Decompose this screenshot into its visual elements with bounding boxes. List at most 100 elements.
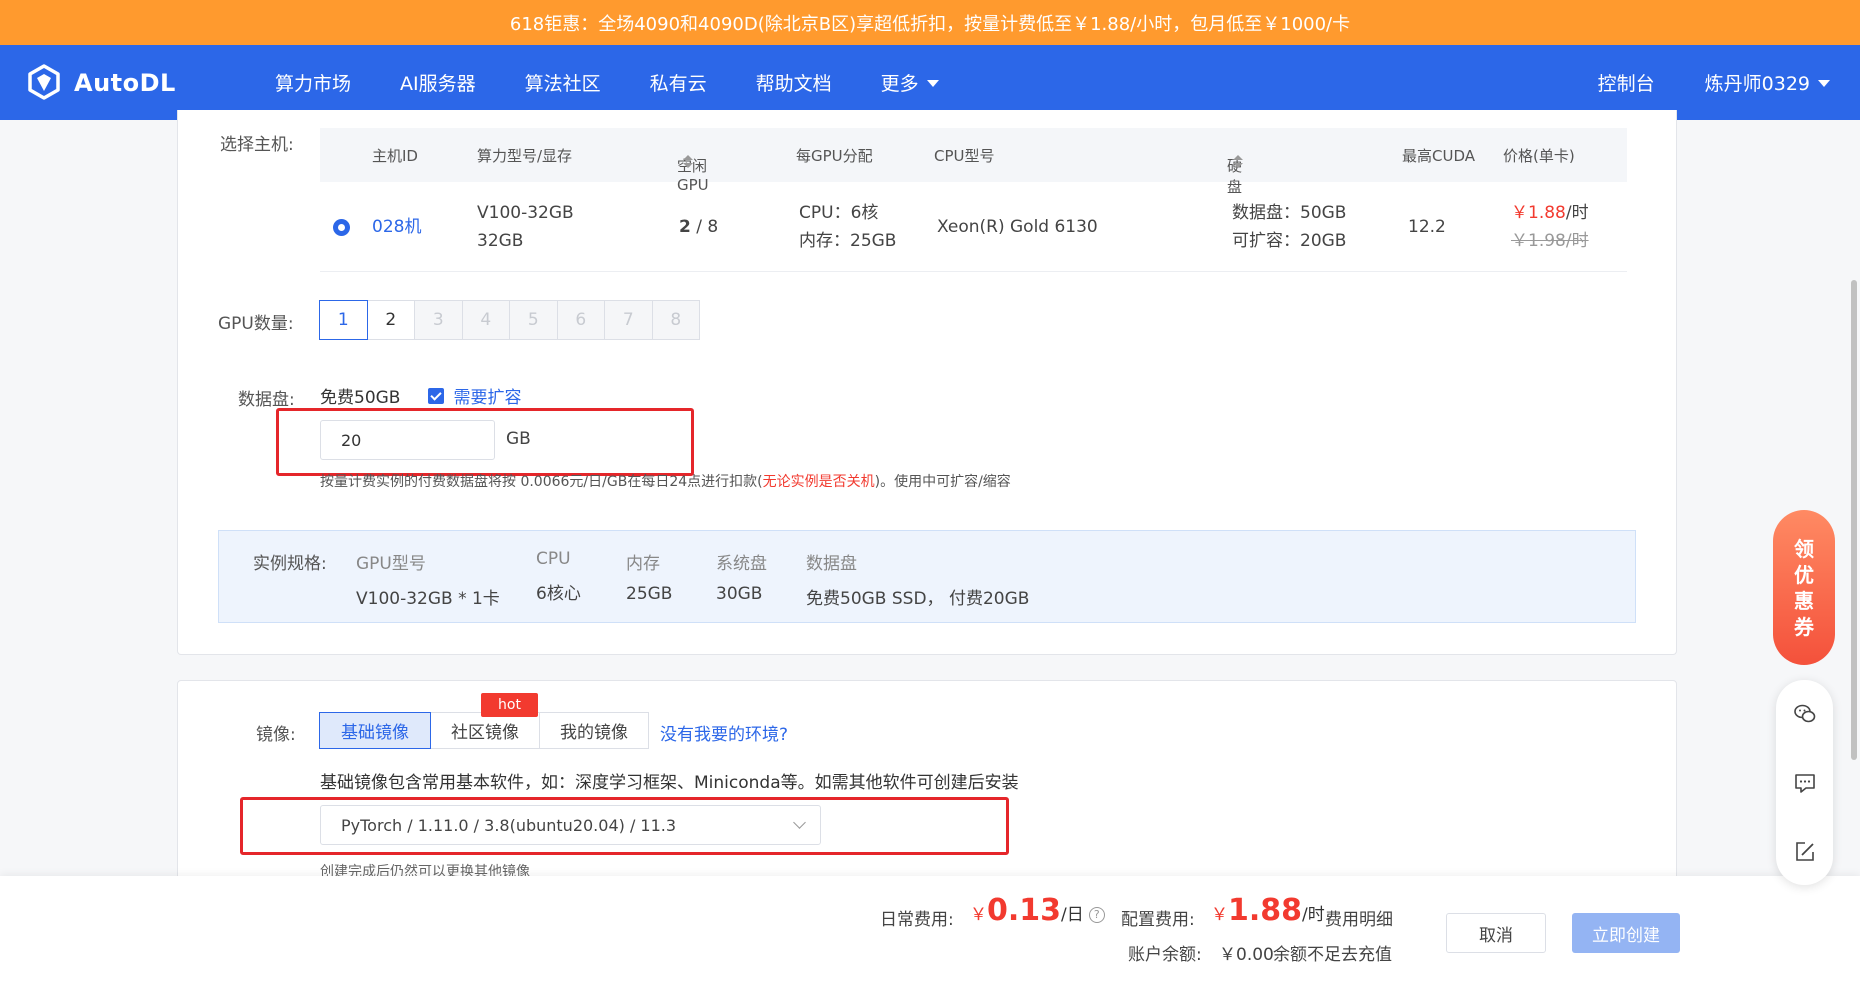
spec-summary: 实例规格: GPU型号 V100-32GB * 1卡 CPU 6核心 内存 25GB … bbox=[218, 530, 1636, 623]
host-table: 主机ID 算力型号/显存 空闲GPU 每GPU分配 CPU型号 硬盘 最高CUD… bbox=[320, 128, 1627, 272]
image-tabs: 基础镜像 社区镜像 我的镜像 bbox=[319, 712, 649, 749]
nav-right: 控制台 炼丹师0329 bbox=[1548, 45, 1830, 120]
daily-cost-value: 0.13 bbox=[987, 893, 1062, 928]
disk-hint-b: )。使用中可扩容/缩容 bbox=[874, 474, 1011, 490]
th-price: 价格(单卡) bbox=[1503, 146, 1575, 165]
nav-console[interactable]: 控制台 bbox=[1598, 69, 1655, 96]
nav-more-label: 更多 bbox=[880, 73, 919, 95]
config-cost: ￥1.88/时 bbox=[1211, 893, 1325, 928]
disk-size-unit: GB bbox=[506, 429, 531, 449]
gpu-count-option[interactable]: 1 bbox=[319, 300, 368, 340]
chat-icon[interactable] bbox=[1793, 771, 1817, 795]
scrollbar[interactable] bbox=[1851, 280, 1857, 760]
spec-sys-disk-h: 系统盘 bbox=[716, 554, 767, 574]
disk-hint-a: 按量计费实例的付费数据盘将按 0.0066元/日/GB在每日24点进行扣款( bbox=[320, 474, 763, 490]
gpu-count-option[interactable]: 2 bbox=[366, 300, 415, 340]
balance-value: ￥0.00 bbox=[1219, 945, 1274, 965]
nav-link-market[interactable]: 算力市场 bbox=[275, 69, 351, 96]
edit-icon[interactable] bbox=[1793, 840, 1817, 864]
caret-down-icon bbox=[1818, 80, 1830, 87]
th-per-gpu: 每GPU分配 bbox=[796, 146, 873, 165]
logo[interactable]: AutoDL bbox=[24, 63, 176, 103]
spec-data-disk-v: 免费50GB SSD， 付费20GB bbox=[806, 589, 1030, 609]
th-cpu-model: CPU型号 bbox=[934, 146, 995, 165]
sort-icon bbox=[683, 155, 693, 169]
image-select[interactable]: PyTorch / 1.11.0 / 3.8(ubuntu20.04) / 11… bbox=[320, 805, 821, 845]
tab-base-image[interactable]: 基础镜像 bbox=[319, 712, 431, 749]
host-price-old: ￥1.98/时 bbox=[1511, 231, 1589, 251]
tab-my-image[interactable]: 我的镜像 bbox=[539, 712, 649, 749]
coupon-char: 惠 bbox=[1794, 588, 1814, 613]
nav-link-more[interactable]: 更多 bbox=[881, 69, 939, 96]
wechat-icon[interactable] bbox=[1793, 702, 1817, 726]
gpu-count-label: GPU数量: bbox=[218, 314, 294, 334]
gpu-count-option: 7 bbox=[604, 300, 653, 340]
config-cost-label: 配置费用: bbox=[1121, 910, 1195, 930]
daily-cost-unit: /日 bbox=[1061, 905, 1084, 925]
cancel-button[interactable]: 取消 bbox=[1446, 913, 1546, 953]
fee-detail-link[interactable]: 费用明细 bbox=[1325, 905, 1393, 930]
config-cost-currency: ￥ bbox=[1211, 905, 1228, 925]
spec-mem-h: 内存 bbox=[626, 554, 660, 574]
gpu-count-option: 8 bbox=[651, 300, 700, 340]
create-button[interactable]: 立即创建 bbox=[1572, 913, 1680, 953]
nav-link-ai-server[interactable]: AI服务器 bbox=[400, 69, 476, 96]
host-row[interactable]: 028机 V100-32GB 32GB 2 / 8 CPU：6核 内存：25GB… bbox=[320, 182, 1627, 272]
promo-banner[interactable]: 618钜惠：全场4090和4090D(除北京B区)享超低折扣，按量计费低至￥1.… bbox=[0, 0, 1860, 45]
spec-gpu: GPU型号 V100-32GB * 1卡 bbox=[356, 549, 500, 609]
expand-label[interactable]: 需要扩容 bbox=[453, 383, 521, 408]
user-name: 炼丹师0329 bbox=[1704, 73, 1810, 95]
disk-size-input[interactable] bbox=[320, 420, 495, 460]
image-label: 镜像: bbox=[256, 725, 296, 745]
spec-mem: 内存 25GB bbox=[626, 549, 672, 604]
host-cpu-alloc: CPU：6核 bbox=[799, 203, 879, 223]
no-env-link[interactable]: 没有我要的环境? bbox=[660, 720, 788, 745]
recharge-link[interactable]: 余额不足去充值 bbox=[1273, 940, 1392, 965]
gpu-count-group: 1 2 3 4 5 6 7 8 bbox=[319, 300, 700, 340]
spec-label-text: 实例规格: bbox=[253, 554, 327, 574]
gpu-count-option: 6 bbox=[556, 300, 605, 340]
spec-label: 实例规格: bbox=[253, 549, 327, 574]
host-vram: 32GB bbox=[477, 231, 524, 251]
spec-cpu-h: CPU bbox=[536, 549, 571, 569]
host-disk-data: 数据盘：50GB bbox=[1232, 203, 1347, 223]
top-nav: AutoDL 算力市场 AI服务器 算法社区 私有云 帮助文档 更多 控制台 炼… bbox=[0, 45, 1860, 120]
chevron-down-icon bbox=[793, 816, 806, 829]
autodl-logo-icon bbox=[28, 64, 60, 100]
tab-community-image[interactable]: 社区镜像 bbox=[430, 712, 540, 749]
spec-sys-disk: 系统盘 30GB bbox=[716, 549, 767, 604]
host-table-header: 主机ID 算力型号/显存 空闲GPU 每GPU分配 CPU型号 硬盘 最高CUD… bbox=[320, 128, 1627, 196]
balance-label: 账户余额: bbox=[1128, 945, 1202, 965]
gpu-count-option: 5 bbox=[509, 300, 558, 340]
spec-mem-v: 25GB bbox=[626, 584, 673, 604]
nav-link-community[interactable]: 算法社区 bbox=[525, 69, 601, 96]
promo-text: 618钜惠：全场4090和4090D(除北京B区)享超低折扣，按量计费低至￥1.… bbox=[509, 13, 1351, 35]
host-gpu-free: 2 / 8 bbox=[679, 213, 718, 242]
expand-checkbox[interactable] bbox=[428, 387, 445, 404]
host-cuda: 12.2 bbox=[1408, 217, 1446, 237]
host-price-value: ￥1.88 bbox=[1511, 203, 1566, 223]
nav-link-private-cloud[interactable]: 私有云 bbox=[650, 69, 707, 96]
help-icon[interactable]: ? bbox=[1088, 907, 1105, 923]
gpu-free-count: 2 bbox=[679, 217, 691, 237]
coupon-char: 券 bbox=[1794, 614, 1814, 639]
host-price-unit: /时 bbox=[1565, 203, 1589, 223]
user-menu[interactable]: 炼丹师0329 bbox=[1705, 69, 1830, 96]
coupon-char: 领 bbox=[1794, 536, 1814, 561]
host-radio[interactable] bbox=[333, 219, 350, 236]
logo-text: AutoDL bbox=[74, 69, 176, 97]
data-disk-row: 免费50GB 需要扩容 bbox=[320, 383, 521, 408]
host-id[interactable]: 028机 bbox=[372, 213, 421, 242]
coupon-button[interactable]: 领 优 惠 券 bbox=[1773, 510, 1835, 665]
th-cuda: 最高CUDA bbox=[1402, 146, 1476, 165]
spec-gpu-v: V100-32GB * 1卡 bbox=[356, 589, 500, 609]
daily-cost-label: 日常费用: bbox=[880, 910, 954, 930]
host-mem-alloc: 内存：25GB bbox=[799, 231, 897, 251]
data-disk-free: 免费50GB bbox=[320, 388, 401, 408]
nav-link-docs[interactable]: 帮助文档 bbox=[756, 69, 832, 96]
th-model: 算力型号/显存 bbox=[477, 146, 573, 165]
side-tools bbox=[1776, 680, 1833, 885]
gpu-total-count: / 8 bbox=[690, 217, 719, 237]
sort-icon bbox=[1233, 155, 1243, 169]
caret-down-icon bbox=[926, 80, 939, 87]
